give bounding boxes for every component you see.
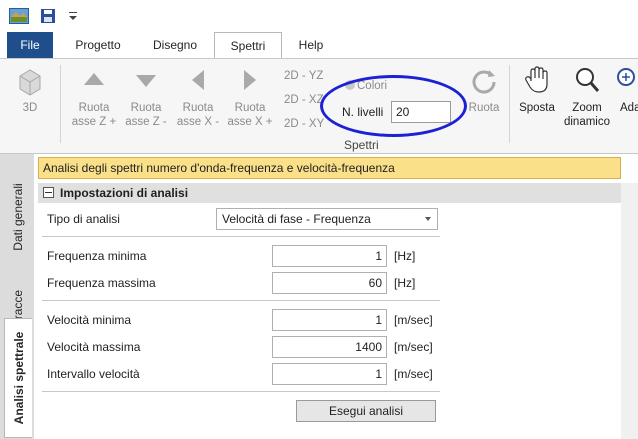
rotate-z-plus-label-1: Ruota [78, 102, 110, 114]
cube-icon [19, 69, 41, 96]
frequenza-massima-unit: [Hz] [394, 276, 416, 290]
ribbon-group-label-spettri: Spettri [344, 138, 379, 152]
tab-help[interactable]: Help [286, 32, 336, 58]
ruota-label: Ruota [468, 102, 500, 114]
frequenza-minima-unit: [Hz] [394, 249, 416, 263]
velocita-massima-label: Velocità massima [47, 340, 141, 354]
tab-spettri[interactable]: Spettri [214, 32, 282, 59]
side-tab-analisi-spettrale[interactable]: Analisi spettrale [4, 318, 32, 438]
view-3d-label: 3D [22, 102, 38, 114]
tipo-analisi-select[interactable]: Velocità di fase - Frequenza [216, 208, 438, 230]
rotate-z-minus-label-1: Ruota [130, 102, 162, 114]
highlight-circle [320, 75, 467, 137]
sposta-label: Sposta [519, 102, 555, 114]
app-icon[interactable] [9, 8, 29, 24]
side-tab-strip: Dati generali Tracce Analisi spettrale [0, 154, 34, 439]
rotate-x-plus-label-1: Ruota [234, 102, 266, 114]
vertical-scrollbar[interactable] [621, 183, 638, 439]
quick-access-dropdown-icon[interactable] [68, 10, 78, 22]
ribbon-tab-bar: File Progetto Disegno Spettri Help [0, 32, 638, 59]
rotate-x-minus-label-1: Ruota [182, 102, 214, 114]
tab-progetto[interactable]: Progetto [60, 32, 136, 58]
esegui-analisi-button[interactable]: Esegui analisi [296, 400, 436, 422]
rotate-z-plus-button[interactable]: Ruota asse Z + [68, 69, 120, 129]
side-tab-dati-generali[interactable]: Dati generali [4, 162, 32, 272]
arrow-right-icon [244, 70, 256, 90]
zoom-dinamico-button[interactable]: Zoom dinamico [560, 65, 614, 129]
adatta-label: Ada [620, 102, 638, 114]
velocita-minima-unit: [m/sec] [394, 313, 433, 327]
ruota-button[interactable]: Ruota [462, 67, 506, 115]
rotate-x-plus-button[interactable]: Ruota asse X + [224, 69, 276, 129]
chevron-down-icon [425, 217, 431, 221]
view-2d-xy-button[interactable]: 2D - XY [284, 117, 330, 131]
tipo-analisi-label: Tipo di analisi [47, 212, 120, 226]
zoom-label-2: dinamico [563, 116, 611, 128]
velocita-massima-unit: [m/sec] [394, 340, 433, 354]
rotate-x-minus-button[interactable]: Ruota asse X - [172, 69, 224, 129]
divider [42, 236, 440, 237]
zoom-icon [576, 68, 600, 92]
side-tab-analisi-spettrale-label: Analisi spettrale [11, 331, 26, 425]
tab-disegno[interactable]: Disegno [140, 32, 210, 58]
group-title: Impostazioni di analisi [60, 186, 189, 200]
fit-icon [617, 68, 635, 86]
tab-file[interactable]: File [7, 32, 53, 58]
collapse-icon[interactable] [43, 187, 54, 198]
hand-icon [525, 66, 548, 93]
group-header-impostazioni[interactable]: Impostazioni di analisi [38, 183, 621, 203]
intervallo-velocita-unit: [m/sec] [394, 367, 433, 381]
arrow-down-icon [136, 75, 156, 87]
view-2d-yz-button[interactable]: 2D - YZ [284, 69, 330, 83]
divider [42, 391, 440, 392]
rotate-z-minus-label-2: asse Z - [125, 116, 167, 128]
view-3d-button[interactable]: 3D [10, 67, 50, 117]
frequenza-minima-input[interactable]: 1 [272, 245, 387, 267]
rotate-x-minus-label-2: asse X - [176, 116, 220, 128]
panel-header: Analisi degli spettri numero d'onda-freq… [38, 157, 621, 179]
sposta-button[interactable]: Sposta [514, 65, 560, 115]
side-tab-dati-generali-label: Dati generali [11, 183, 25, 251]
intervallo-velocita-input[interactable]: 1 [272, 363, 387, 385]
rotate-z-plus-label-2: asse Z + [71, 116, 117, 128]
save-icon[interactable] [40, 8, 56, 24]
velocita-minima-input[interactable]: 1 [272, 309, 387, 331]
frequenza-massima-input[interactable]: 60 [272, 272, 387, 294]
divider [42, 300, 440, 301]
title-bar [0, 0, 638, 32]
frequenza-minima-label: Frequenza minima [47, 249, 147, 263]
intervallo-velocita-label: Intervallo velocità [47, 367, 140, 381]
ribbon-panel: 3D Ruota asse Z + Ruota asse Z - Ruota a… [0, 58, 638, 154]
rotate-x-plus-label-2: asse X + [227, 116, 273, 128]
frequenza-massima-label: Frequenza massima [47, 276, 156, 290]
velocita-minima-label: Velocità minima [47, 313, 132, 327]
arrow-up-icon [84, 73, 104, 85]
velocita-massima-input[interactable]: 1400 [272, 336, 387, 358]
arrow-left-icon [192, 70, 204, 90]
adatta-button[interactable]: Ada [614, 65, 638, 115]
rotate-z-minus-button[interactable]: Ruota asse Z - [120, 69, 172, 129]
ribbon-separator [60, 65, 61, 143]
ribbon-separator [509, 65, 510, 143]
rotate-icon [472, 70, 496, 94]
tipo-analisi-value: Velocità di fase - Frequenza [222, 212, 371, 226]
zoom-label-1: Zoom [572, 102, 602, 114]
